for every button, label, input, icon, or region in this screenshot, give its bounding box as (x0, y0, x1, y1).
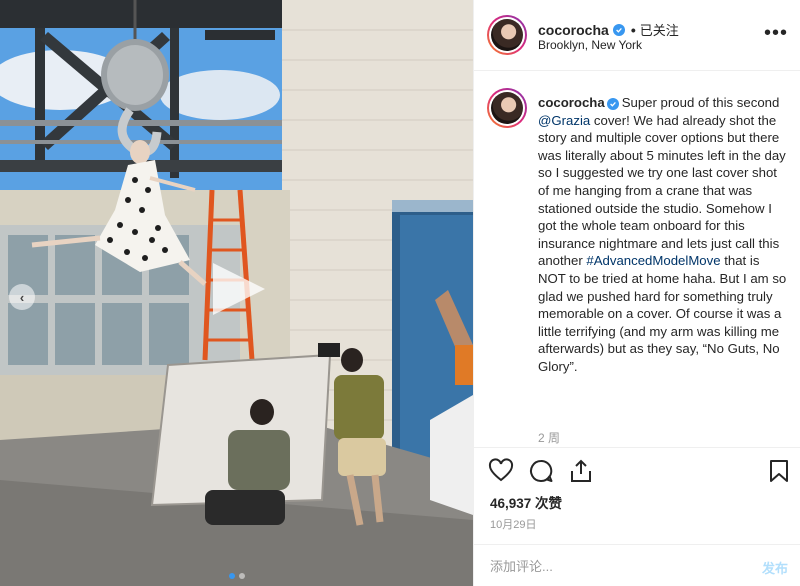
mention-link[interactable]: @Grazia (538, 113, 590, 128)
verified-badge-icon (612, 23, 625, 36)
caption-text: that is NOT to be tried at home haha. Bu… (538, 253, 787, 374)
hashtag-link[interactable]: #AdvancedModelMove (586, 253, 720, 268)
caption-timestamp[interactable]: 2 周 (538, 429, 560, 446)
carousel-dot (228, 573, 235, 579)
comment-icon[interactable] (528, 458, 554, 484)
carousel-prev-button[interactable]: ‹ (9, 284, 35, 310)
post-comment-button[interactable]: 发布 (762, 558, 788, 577)
post-actions: 46,937 次赞 10月29日 (474, 447, 800, 544)
carousel-dot (238, 573, 245, 579)
post-date[interactable]: 10月29日 (490, 516, 536, 532)
add-comment-bar: 发布 (474, 544, 800, 586)
more-options-icon[interactable]: ••• (764, 23, 788, 43)
carousel-indicator (0, 573, 473, 579)
share-icon[interactable] (568, 458, 594, 484)
post-details-panel: cocorocha • 已关注 Brooklyn, New York ••• c… (473, 0, 800, 586)
caption-text: cover! We had already shot the story and… (538, 112, 786, 269)
heart-icon[interactable] (488, 458, 514, 484)
like-count[interactable]: 46,937 次赞 (490, 492, 562, 512)
following-button[interactable]: 已关注 (640, 20, 679, 39)
location-link[interactable]: Brooklyn, New York (538, 38, 642, 52)
post-header: cocorocha • 已关注 Brooklyn, New York ••• (474, 0, 800, 71)
verified-badge-icon (606, 98, 619, 110)
caption-username[interactable]: cocorocha (538, 95, 605, 110)
chevron-left-icon: ‹ (19, 289, 25, 305)
caption-text: Super proud of this second (621, 95, 780, 110)
post-media[interactable]: ‹ (0, 0, 473, 586)
play-icon[interactable] (205, 257, 269, 321)
avatar[interactable] (487, 15, 527, 55)
separator-dot: • (630, 21, 636, 38)
comments-section: cocorocha Super proud of this second @Gra… (474, 72, 800, 447)
post-caption: cocorocha Super proud of this second @Gra… (538, 94, 788, 376)
comment-input[interactable] (490, 545, 740, 586)
username-link[interactable]: cocorocha (538, 22, 609, 38)
caption-avatar[interactable] (487, 88, 527, 128)
bookmark-icon[interactable] (766, 458, 792, 484)
